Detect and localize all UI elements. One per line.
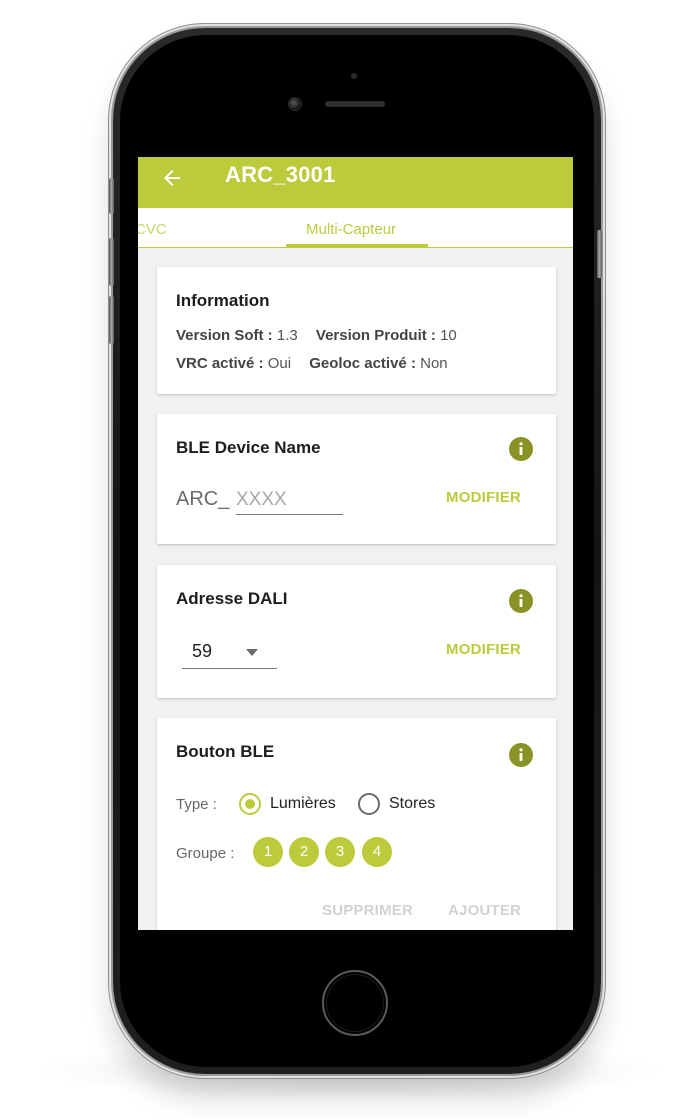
tab-cvc[interactable]: CVC <box>138 221 167 238</box>
version-soft-value: 1.3 <box>276 327 298 344</box>
version-line: Version Soft : 1.3 Version Produit : 10 <box>176 327 457 344</box>
info-icon[interactable] <box>509 589 533 613</box>
radio-lumieres[interactable] <box>239 793 261 815</box>
dali-address-title: Adresse DALI <box>176 589 288 608</box>
ble-device-title: BLE Device Name <box>176 438 321 457</box>
volume-up-button <box>109 238 114 286</box>
vrc-label: VRC activé : <box>176 355 264 372</box>
earpiece-speaker <box>325 101 385 107</box>
power-button <box>597 230 602 278</box>
dali-address-select[interactable]: 59 <box>182 637 277 669</box>
arrow-left-icon[interactable] <box>160 166 184 190</box>
tab-multi-capteur[interactable]: Multi-Capteur <box>306 221 396 238</box>
info-icon[interactable] <box>509 437 533 461</box>
type-label: Type : <box>176 796 217 813</box>
version-produit-label: Version Produit : <box>315 327 436 344</box>
group-chip-2[interactable]: 2 <box>289 837 319 867</box>
info-icon[interactable] <box>509 743 533 767</box>
home-button[interactable] <box>322 970 388 1036</box>
geoloc-value: Non <box>420 355 448 372</box>
version-soft-label: Version Soft : <box>176 327 273 344</box>
group-chip-1[interactable]: 1 <box>253 837 283 867</box>
device-name-input[interactable] <box>236 484 343 515</box>
modify-name-button[interactable]: MODIFIER <box>446 489 521 506</box>
ble-device-card: BLE Device Name ARC_ MODIFIER <box>157 414 556 544</box>
delete-button[interactable]: SUPPRIMER <box>322 902 413 919</box>
tab-bar: CVC Multi-Capteur <box>138 208 573 248</box>
bouton-ble-title: Bouton BLE <box>176 742 275 761</box>
vrc-value: Oui <box>267 355 292 372</box>
device-name-prefix: ARC_ <box>176 488 230 510</box>
front-camera <box>289 98 301 110</box>
page-title: ARC_3001 <box>225 162 336 187</box>
app-screen: ARC_3001 CVC Multi-Capteur Information V… <box>138 157 573 930</box>
radio-stores[interactable] <box>358 793 380 815</box>
geoloc-label: Geoloc activé : <box>309 355 416 372</box>
radio-lumieres-label[interactable]: Lumières <box>270 795 336 813</box>
add-button[interactable]: AJOUTER <box>448 902 521 919</box>
groupe-label: Groupe : <box>176 845 235 862</box>
information-title: Information <box>176 291 270 310</box>
group-chip-4[interactable]: 4 <box>362 837 392 867</box>
proximity-sensor <box>351 73 357 79</box>
information-card: Information Version Soft : 1.3 Version P… <box>157 267 556 394</box>
version-produit-value: 10 <box>440 327 457 344</box>
group-chip-3[interactable]: 3 <box>325 837 355 867</box>
bouton-ble-card: Bouton BLE Type : Lumières Stores Groupe… <box>157 718 556 930</box>
mute-switch <box>109 178 114 214</box>
dali-address-value: 59 <box>192 641 213 661</box>
app-bar: ARC_3001 <box>138 157 573 208</box>
volume-down-button <box>109 296 114 344</box>
modify-dali-button[interactable]: MODIFIER <box>446 641 521 658</box>
dali-address-card: Adresse DALI 59 MODIFIER <box>157 565 556 698</box>
status-line: VRC activé : Oui Geoloc activé : Non <box>176 355 448 372</box>
chevron-down-icon <box>246 649 258 656</box>
active-tab-indicator <box>286 244 428 247</box>
radio-stores-label[interactable]: Stores <box>389 795 435 813</box>
